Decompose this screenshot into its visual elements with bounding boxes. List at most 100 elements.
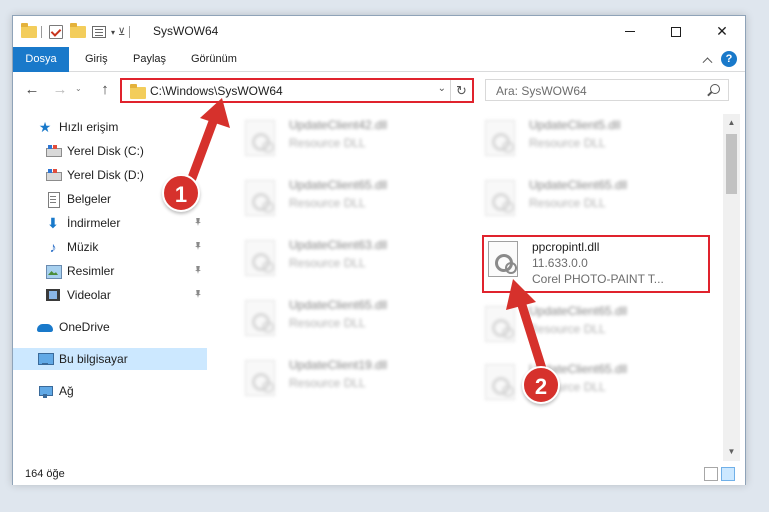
navigation-bar: ← → ⌄ ↑ C:\Windows\SysWOW64 ⌄ ↻ Ara: Sys… <box>13 73 745 107</box>
download-icon: ⬇ <box>47 215 59 231</box>
dll-file-icon <box>485 306 515 342</box>
navigation-pane: ★ Hızlı erişim Yerel Disk (C:) Yerel Dis… <box>13 114 207 461</box>
view-switcher <box>704 467 735 481</box>
file-description: Resource DLL <box>289 196 366 210</box>
maximize-icon <box>671 26 681 37</box>
large-icons-view-button[interactable] <box>721 467 735 481</box>
explorer-window: ▾ ⊻ SysWOW64 ✕ Dosya Giriş Paylaş Görünü… <box>12 15 746 485</box>
file-description: Resource DLL <box>529 196 606 210</box>
recent-locations-chevron-icon[interactable]: ⌄ <box>75 84 82 93</box>
file-name: UpdateClient5.dll <box>529 118 621 132</box>
ribbon: Dosya Giriş Paylaş Görünüm ? <box>13 47 745 72</box>
computer-icon <box>37 351 54 367</box>
sidebar-item-local-disk-c[interactable]: Yerel Disk (C:) <box>13 140 207 162</box>
file-name: UpdateClient65.dll <box>289 178 388 192</box>
tab-share[interactable]: Paylaş <box>121 47 178 72</box>
file-tile[interactable]: UpdateClient19.dll Resource DLL <box>231 354 461 404</box>
sidebar-item-downloads[interactable]: ⬇ İndirmeler <box>13 212 207 234</box>
refresh-button[interactable]: ↻ <box>450 80 472 101</box>
new-folder-icon[interactable] <box>70 23 86 38</box>
address-bar[interactable]: C:\Windows\SysWOW64 ⌄ ↻ <box>120 78 474 103</box>
close-button[interactable]: ✕ <box>699 16 745 47</box>
search-input[interactable]: Ara: SysWOW64 <box>496 84 587 98</box>
file-description: Resource DLL <box>529 136 606 150</box>
file-list: UpdateClient42.dll Resource DLL UpdateCl… <box>221 114 721 461</box>
file-description: Resource DLL <box>289 136 366 150</box>
sidebar-item-network[interactable]: Ağ <box>13 380 207 402</box>
address-dropdown-chevron-icon[interactable]: ⌄ <box>438 83 446 94</box>
rename-icon[interactable] <box>92 26 106 38</box>
file-name: ppcropintl.dll <box>532 240 600 254</box>
file-tile[interactable]: UpdateClient65.dll Resource DLL <box>471 174 701 224</box>
customize-toolbar-chevron-icon[interactable]: ▾ <box>111 28 115 37</box>
forward-button[interactable]: → <box>51 82 69 98</box>
minimize-button[interactable] <box>607 16 653 47</box>
maximize-button[interactable] <box>653 16 699 47</box>
window-controls: ✕ <box>607 16 745 47</box>
sidebar-item-onedrive[interactable]: OneDrive <box>13 316 207 338</box>
back-button[interactable]: ← <box>23 82 41 98</box>
pin-icon[interactable] <box>195 266 201 274</box>
toolbar-separator <box>129 26 131 38</box>
file-tile[interactable]: UpdateClient63.dll Resource DLL <box>231 234 461 284</box>
video-icon <box>45 287 61 303</box>
scroll-down-arrow-icon[interactable]: ▼ <box>723 445 740 459</box>
sidebar-item-label: Yerel Disk (C:) <box>67 144 144 158</box>
sidebar-item-label: İndirmeler <box>67 216 121 230</box>
pictures-icon <box>45 263 62 279</box>
close-icon: ✕ <box>716 23 728 39</box>
minimize-icon <box>625 31 635 32</box>
dll-file-icon <box>245 240 275 276</box>
vertical-scrollbar[interactable]: ▲ ▼ <box>723 114 740 461</box>
scroll-up-arrow-icon[interactable]: ▲ <box>723 116 740 130</box>
file-tile[interactable]: UpdateClient65.dll Resource DLL <box>471 300 701 350</box>
file-name: UpdateClient19.dll <box>289 358 388 372</box>
properties-check-icon[interactable] <box>49 25 63 39</box>
tab-view[interactable]: Görünüm <box>179 47 249 72</box>
tab-file[interactable]: Dosya <box>13 47 69 72</box>
sidebar-item-label: Hızlı erişim <box>59 120 119 134</box>
folder-icon <box>21 23 37 38</box>
tab-home[interactable]: Giriş <box>73 47 120 72</box>
file-name: UpdateClient42.dll <box>289 118 388 132</box>
ribbon-controls: ? <box>699 51 737 67</box>
sidebar-item-this-pc[interactable]: Bu bilgisayar <box>13 348 207 370</box>
file-tile-ppcropintl[interactable]: ppcropintl.dll 11.633.0.0 Corel PHOTO-PA… <box>482 235 710 293</box>
document-icon <box>45 191 61 208</box>
search-icon <box>710 84 720 94</box>
sidebar-item-music[interactable]: ♪ Müzik <box>13 236 207 258</box>
refresh-icon: ↻ <box>456 83 467 98</box>
file-tile[interactable]: UpdateClient5.dll Resource DLL <box>471 114 701 164</box>
sidebar-item-label: Ağ <box>59 384 74 398</box>
file-name: UpdateClient63.dll <box>289 238 388 252</box>
folder-icon <box>130 84 146 99</box>
window-title: SysWOW64 <box>153 24 219 38</box>
sidebar-item-label: Belgeler <box>67 192 112 206</box>
details-view-button[interactable] <box>704 467 718 481</box>
file-description: Resource DLL <box>289 256 366 270</box>
file-tile[interactable]: UpdateClient65.dll Resource DLL <box>231 174 461 224</box>
callout-badge-1: 1 <box>162 174 200 212</box>
file-tile[interactable]: UpdateClient42.dll Resource DLL <box>231 114 461 164</box>
sidebar-item-pictures[interactable]: Resimler <box>13 260 207 282</box>
help-button[interactable]: ? <box>721 51 737 67</box>
file-description: Resource DLL <box>289 376 366 390</box>
disk-icon <box>45 143 62 159</box>
address-path[interactable]: C:\Windows\SysWOW64 <box>150 84 283 98</box>
up-button[interactable]: ↑ <box>96 82 114 98</box>
file-tile[interactable]: UpdateClient65.dll Resource DLL <box>231 294 461 344</box>
scrollbar-thumb[interactable] <box>726 134 737 194</box>
sidebar-item-videos[interactable]: Videolar <box>13 284 207 306</box>
file-tile[interactable]: UpdateClient65.dll Resource DLL <box>471 358 701 408</box>
toolbar-dropdown-icon[interactable]: ⊻ <box>118 27 125 38</box>
sidebar-item-quick-access[interactable]: ★ Hızlı erişim <box>13 116 207 138</box>
pin-icon[interactable] <box>195 290 201 298</box>
file-description: Resource DLL <box>529 322 606 336</box>
music-icon: ♪ <box>49 239 57 255</box>
expand-ribbon-button[interactable] <box>699 51 715 67</box>
quick-access-toolbar: ▾ ⊻ <box>21 23 134 41</box>
pin-icon[interactable] <box>195 242 201 250</box>
pin-icon[interactable] <box>195 218 201 226</box>
search-box[interactable]: Ara: SysWOW64 <box>485 79 729 101</box>
toolbar-separator <box>41 26 42 38</box>
